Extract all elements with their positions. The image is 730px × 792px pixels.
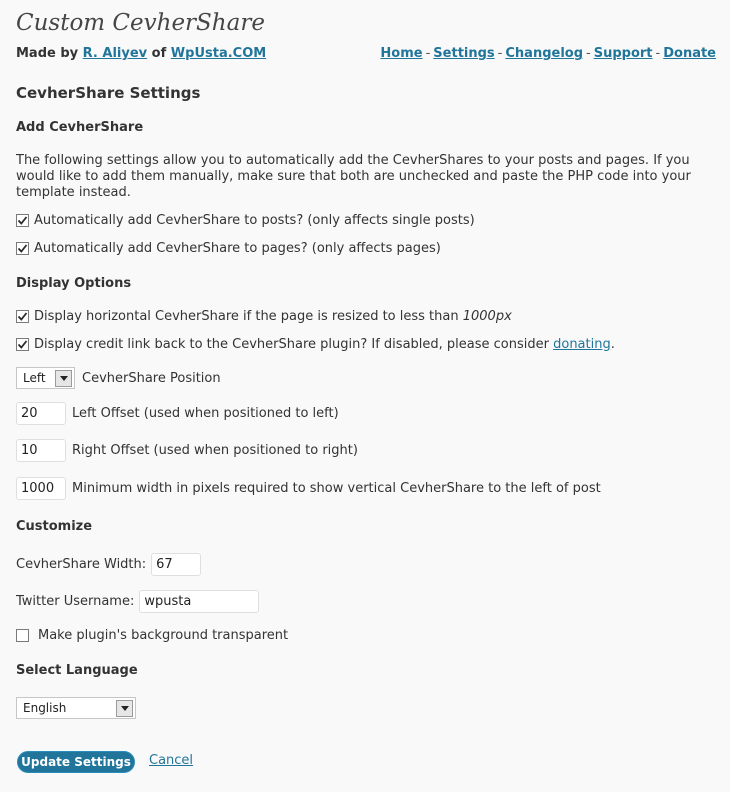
twitter-username-label: Twitter Username: <box>16 594 135 609</box>
transparent-option[interactable]: Make plugin's background transparent <box>16 628 288 643</box>
horizontal-threshold: 1000px <box>462 309 512 324</box>
horizontal-label: Display horizontal CevherShare if the pa… <box>34 309 459 324</box>
customize-section-heading: Customize <box>16 519 93 534</box>
chevron-down-icon[interactable] <box>116 699 133 717</box>
transparent-label: Make plugin's background transparent <box>38 628 289 643</box>
horizontal-checkbox[interactable] <box>16 310 29 323</box>
right-offset-label: Right Offset (used when positioned to ri… <box>72 443 358 458</box>
left-offset-input[interactable]: 20 <box>16 402 66 425</box>
twitter-username-input[interactable]: wpusta <box>139 590 260 613</box>
position-row: Left CevherShare Position <box>16 367 221 389</box>
nav-separator: - <box>497 46 503 61</box>
auto-add-pages-label: Automatically add CevherShare to pages? … <box>34 241 441 256</box>
share-width-row: CevherShare Width: 67 <box>16 553 202 576</box>
nav-support-link[interactable]: Support <box>594 46 653 61</box>
language-row: English <box>16 697 136 719</box>
nav-home-link[interactable]: Home <box>380 46 422 61</box>
horizontal-option[interactable]: Display horizontal CevherShare if the pa… <box>16 309 512 324</box>
top-navigation: Home - Settings - Changelog - Support - Donate <box>380 46 716 61</box>
display-section-heading: Display Options <box>16 276 132 291</box>
right-offset-row: 10 Right Offset (used when positioned to… <box>16 439 358 462</box>
credit-link-option[interactable]: Display credit link back to the CevherSh… <box>16 337 615 352</box>
min-width-row: 1000 Minimum width in pixels required to… <box>16 477 601 500</box>
nav-settings-link[interactable]: Settings <box>433 46 494 61</box>
auto-add-pages-option[interactable]: Automatically add CevherShare to pages? … <box>16 241 441 256</box>
add-section-description: The following settings allow you to auto… <box>16 153 691 200</box>
position-select-value: Left <box>23 371 46 385</box>
language-section-heading: Select Language <box>16 663 138 678</box>
nav-separator: - <box>425 46 431 61</box>
nav-donate-link[interactable]: Donate <box>663 46 716 61</box>
share-width-label: CevherShare Width: <box>16 557 147 572</box>
cancel-link[interactable]: Cancel <box>149 753 193 768</box>
checkmark-icon <box>17 312 28 321</box>
checkmark-icon <box>17 244 28 253</box>
chevron-down-icon[interactable] <box>55 369 72 387</box>
of-label: of <box>151 46 167 61</box>
nav-separator: - <box>586 46 591 61</box>
credit-suffix: . <box>610 337 615 352</box>
auto-add-posts-option[interactable]: Automatically add CevherShare to posts? … <box>16 213 475 228</box>
min-width-input[interactable]: 1000 <box>16 477 66 500</box>
transparent-checkbox[interactable] <box>16 629 29 642</box>
left-offset-label: Left Offset (used when positioned to lef… <box>72 406 339 421</box>
site-link[interactable]: WpUsta.COM <box>171 46 266 61</box>
update-settings-button[interactable]: Update Settings <box>17 751 135 773</box>
checkmark-icon <box>17 216 28 225</box>
credit-link-label: Display credit link back to the CevherSh… <box>34 337 549 352</box>
checkmark-icon <box>17 340 28 349</box>
position-select[interactable]: Left <box>16 367 75 389</box>
share-width-input[interactable]: 67 <box>151 553 202 576</box>
auto-add-posts-checkbox[interactable] <box>16 214 29 227</box>
language-select[interactable]: English <box>16 697 136 719</box>
made-by-label: Made by <box>16 46 79 61</box>
auto-add-posts-label: Automatically add CevherShare to posts? … <box>34 213 475 228</box>
author-link[interactable]: R. Aliyev <box>83 46 147 61</box>
nav-changelog-link[interactable]: Changelog <box>505 46 583 61</box>
page-title: Custom CevherShare <box>16 10 265 36</box>
credit-link-checkbox[interactable] <box>16 338 29 351</box>
right-offset-input[interactable]: 10 <box>16 439 66 462</box>
min-width-label: Minimum width in pixels required to show… <box>72 481 601 496</box>
left-offset-row: 20 Left Offset (used when positioned to … <box>16 402 339 425</box>
auto-add-pages-checkbox[interactable] <box>16 242 29 255</box>
donating-link[interactable]: donating <box>553 337 611 352</box>
position-label: CevherShare Position <box>82 370 221 386</box>
settings-heading: CevherShare Settings <box>16 84 201 102</box>
nav-separator: - <box>655 46 661 61</box>
language-select-value: English <box>23 701 67 715</box>
twitter-row: Twitter Username: wpusta <box>16 590 260 613</box>
add-section-heading: Add CevherShare <box>16 120 144 135</box>
credits-line: Made by R. Aliyev of WpUsta.COM <box>16 46 266 61</box>
